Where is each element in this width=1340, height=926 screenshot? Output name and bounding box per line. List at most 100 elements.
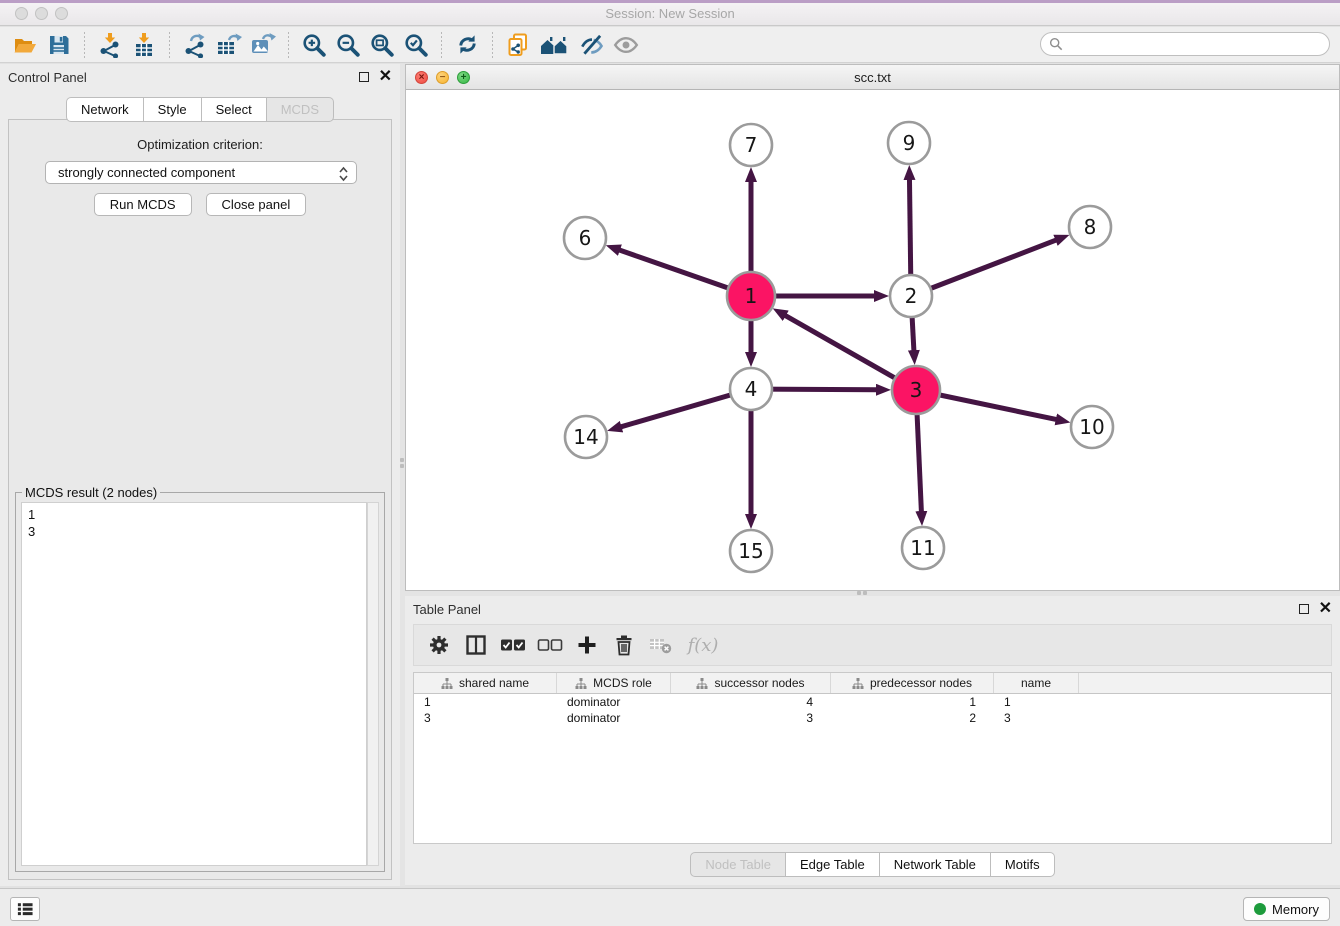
- memory-button[interactable]: Memory: [1243, 897, 1330, 921]
- network-canvas[interactable]: 7968124314101511: [406, 90, 1339, 590]
- zoom-fit-icon[interactable]: [367, 31, 397, 59]
- close-panel-button[interactable]: Close panel: [206, 193, 307, 216]
- table-options-gear-icon[interactable]: [424, 630, 454, 660]
- unselect-all-icon[interactable]: [535, 630, 565, 660]
- graph-node-label: 14: [573, 425, 598, 449]
- float-table-panel-icon[interactable]: [1299, 604, 1309, 614]
- refresh-icon[interactable]: [452, 31, 482, 59]
- memory-label: Memory: [1272, 902, 1319, 917]
- mcds-result-scrollbar[interactable]: [367, 502, 379, 866]
- select-all-icon[interactable]: [498, 630, 528, 660]
- show-column-icon[interactable]: [461, 630, 491, 660]
- mcds-result-text[interactable]: 13: [21, 502, 367, 866]
- task-history-list-button[interactable]: [10, 897, 40, 921]
- graph-node-label: 2: [905, 284, 918, 308]
- tab-mcds[interactable]: MCDS: [267, 97, 334, 122]
- column-header-predecessor-nodes[interactable]: predecessor nodes: [831, 673, 994, 693]
- close-panel-icon[interactable]: ✕: [379, 72, 392, 82]
- window-title: Session: New Session: [0, 6, 1340, 21]
- tab-style[interactable]: Style: [144, 97, 202, 122]
- close-table-panel-icon[interactable]: ✕: [1319, 604, 1332, 614]
- save-session-icon[interactable]: [44, 31, 74, 59]
- search-field[interactable]: [1040, 32, 1330, 56]
- hide-selected-eye-slash-icon[interactable]: [577, 31, 607, 59]
- optimization-criterion-label: Optimization criterion:: [9, 137, 391, 152]
- table-cell[interactable]: 3: [994, 710, 1079, 726]
- run-mcds-button[interactable]: Run MCDS: [94, 193, 192, 216]
- export-table-icon[interactable]: [214, 31, 244, 59]
- tab-select[interactable]: Select: [202, 97, 267, 122]
- graph-node-label: 10: [1079, 415, 1104, 439]
- table-toolbar: f(x): [413, 624, 1332, 666]
- column-header-successor-nodes[interactable]: successor nodes: [671, 673, 831, 693]
- table-cell[interactable]: 3: [414, 710, 557, 726]
- column-header-label: MCDS role: [593, 676, 652, 690]
- tab-network-table[interactable]: Network Table: [880, 852, 991, 877]
- network-window-titlebar[interactable]: × − + scc.txt: [406, 65, 1339, 90]
- tab-node-table[interactable]: Node Table: [690, 852, 786, 877]
- add-row-plus-icon[interactable]: [572, 630, 602, 660]
- graph-node-label: 8: [1084, 215, 1097, 239]
- tab-edge-table[interactable]: Edge Table: [786, 852, 880, 877]
- delete-row-trash-icon[interactable]: [609, 630, 639, 660]
- column-header-MCDS-role[interactable]: MCDS role: [557, 673, 671, 693]
- graph-edge-2-8[interactable]: [911, 240, 1056, 296]
- tab-motifs[interactable]: Motifs: [991, 852, 1055, 877]
- table-cell[interactable]: 1: [414, 694, 557, 710]
- column-header-label: successor nodes: [714, 676, 804, 690]
- toolbar-separator: [492, 32, 493, 58]
- export-network-icon[interactable]: [180, 31, 210, 59]
- list-icon: [16, 901, 34, 917]
- graph-node-label: 6: [579, 226, 592, 250]
- table-cell[interactable]: 3: [671, 710, 831, 726]
- search-input[interactable]: [1068, 37, 1329, 51]
- tab-network[interactable]: Network: [66, 97, 144, 122]
- export-image-icon[interactable]: [248, 31, 278, 59]
- table-row[interactable]: 3dominator323: [414, 710, 1331, 726]
- hierarchy-icon: [696, 678, 708, 689]
- table-cell[interactable]: 2: [831, 710, 994, 726]
- table-cell[interactable]: dominator: [557, 694, 671, 710]
- table-cell[interactable]: 1: [831, 694, 994, 710]
- mcds-panel-body: Optimization criterion: strongly connect…: [8, 119, 392, 880]
- open-session-icon[interactable]: [10, 31, 40, 59]
- memory-status-icon: [1254, 903, 1266, 915]
- table-panel-header: Table Panel ✕: [405, 596, 1340, 622]
- network-window-title: scc.txt: [406, 70, 1339, 85]
- table-row[interactable]: 1dominator411: [414, 694, 1331, 710]
- window-titlebar: Session: New Session: [0, 0, 1340, 26]
- zoom-selected-icon[interactable]: [401, 31, 431, 59]
- column-header-name[interactable]: name: [994, 673, 1079, 693]
- hierarchy-icon: [441, 678, 453, 689]
- status-bar: Memory: [0, 888, 1340, 926]
- mcds-result-line: 1: [28, 506, 360, 523]
- network-view-window: × − + scc.txt 7968124314101511: [405, 64, 1340, 591]
- control-panel-header: Control Panel ✕: [0, 64, 400, 90]
- table-panel: Table Panel ✕ f(x) shared nameMCDS: [405, 596, 1340, 885]
- houses-icon[interactable]: [537, 31, 573, 59]
- table-cell[interactable]: 4: [671, 694, 831, 710]
- mcds-result-line: 3: [28, 523, 360, 540]
- selected-option-label: strongly connected component: [58, 165, 235, 180]
- column-header-label: name: [1021, 676, 1051, 690]
- graph-node-label: 7: [745, 133, 758, 157]
- delete-table-icon: [646, 630, 676, 660]
- zoom-out-icon[interactable]: [333, 31, 363, 59]
- show-all-eye-icon[interactable]: [611, 31, 641, 59]
- table-header-row: shared name MCDS role successor nodes prede…: [414, 673, 1331, 694]
- float-panel-icon[interactable]: [359, 72, 369, 82]
- column-header-shared-name[interactable]: shared name: [414, 673, 557, 693]
- toolbar-separator: [169, 32, 170, 58]
- zoom-in-icon[interactable]: [299, 31, 329, 59]
- function-builder-fx-icon: f(x): [683, 630, 723, 660]
- table-cell[interactable]: dominator: [557, 710, 671, 726]
- import-table-icon[interactable]: [129, 31, 159, 59]
- table-cell[interactable]: 1: [994, 694, 1079, 710]
- clone-network-icon[interactable]: [503, 31, 533, 59]
- network-graph[interactable]: 7968124314101511: [406, 90, 1339, 590]
- import-network-icon[interactable]: [95, 31, 125, 59]
- node-table: shared name MCDS role successor nodes prede…: [413, 672, 1332, 844]
- table-body: 1dominator4113dominator323: [414, 694, 1331, 726]
- optimization-criterion-select[interactable]: strongly connected component: [45, 161, 357, 184]
- titlebar-accent: [0, 0, 1340, 3]
